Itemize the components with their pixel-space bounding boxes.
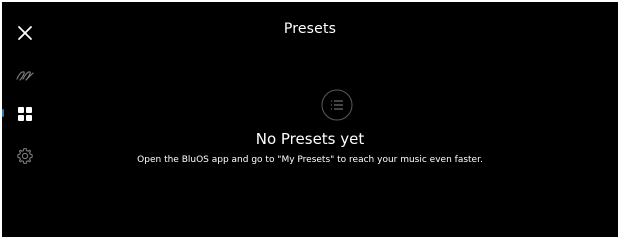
signature-icon <box>16 71 34 81</box>
sidebar-item-presets[interactable] <box>14 103 36 125</box>
empty-presets-icon <box>320 88 354 122</box>
active-indicator <box>2 109 4 117</box>
empty-state-message: Open the BluOS app and go to "My Presets… <box>137 155 483 165</box>
grid-icon <box>18 107 32 121</box>
app-screen: Presets No Presets yet Open the BluOS ap… <box>0 0 620 240</box>
page-title: Presets <box>283 21 337 37</box>
list-icon <box>321 89 353 121</box>
presets-panel: Presets No Presets yet Open the BluOS ap… <box>2 2 618 237</box>
empty-state-title: No Presets yet <box>255 130 365 148</box>
sidebar-item-signature[interactable] <box>14 64 36 86</box>
